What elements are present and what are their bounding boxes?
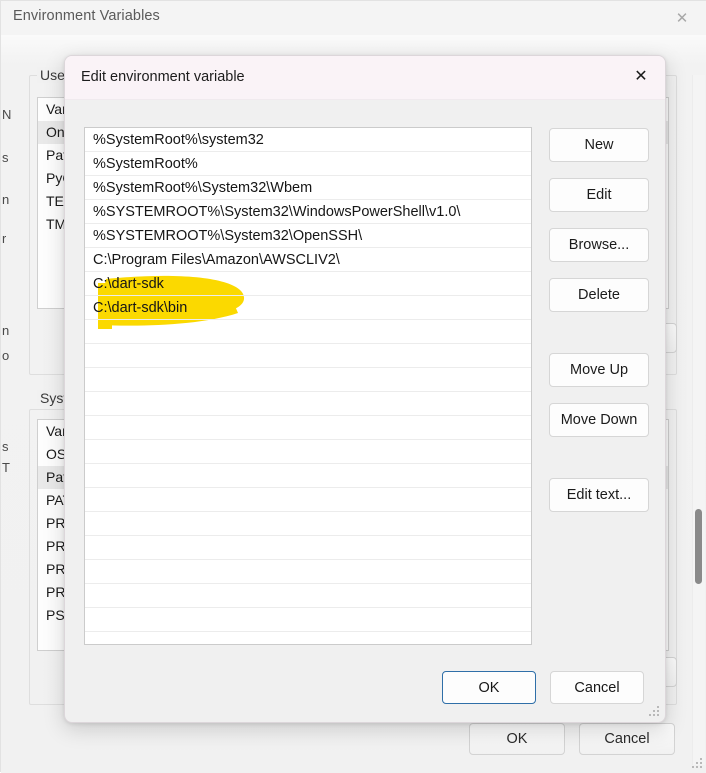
resize-grip-icon[interactable] xyxy=(647,704,661,718)
list-item-empty[interactable] xyxy=(85,464,531,488)
browse-button[interactable]: Browse... xyxy=(549,228,649,262)
list-item-empty[interactable] xyxy=(85,512,531,536)
background-window-title: Environment Variables xyxy=(13,8,160,24)
new-button[interactable]: New xyxy=(549,128,649,162)
list-item[interactable]: %SystemRoot% xyxy=(85,152,531,176)
resize-grip-icon[interactable] xyxy=(690,756,704,770)
list-item-empty[interactable] xyxy=(85,368,531,392)
dialog-title: Edit environment variable xyxy=(81,69,245,85)
list-item[interactable]: %SystemRoot%\system32 xyxy=(85,128,531,152)
path-entries-list[interactable]: %SystemRoot%\system32 %SystemRoot% %Syst… xyxy=(84,127,532,645)
edge-text-fragment: s xyxy=(2,439,9,454)
list-item-empty[interactable] xyxy=(85,440,531,464)
list-item-empty[interactable] xyxy=(85,584,531,608)
edge-text-fragment: r xyxy=(2,231,6,246)
move-down-button[interactable]: Move Down xyxy=(549,403,649,437)
list-item-empty[interactable] xyxy=(85,416,531,440)
edge-text-fragment: n xyxy=(2,323,9,338)
edge-text-fragment: o xyxy=(2,348,9,363)
edge-text-fragment: N xyxy=(2,107,11,122)
list-item-empty[interactable] xyxy=(85,320,531,344)
move-up-button[interactable]: Move Up xyxy=(549,353,649,387)
list-item[interactable]: C:\Program Files\Amazon\AWSCLIV2\ xyxy=(85,248,531,272)
dialog-titlebar: Edit environment variable ✕ xyxy=(65,56,666,100)
vertical-scrollbar[interactable] xyxy=(692,75,705,765)
list-item-empty[interactable] xyxy=(85,608,531,632)
list-item-empty[interactable] xyxy=(85,344,531,368)
list-item-empty[interactable] xyxy=(85,392,531,416)
close-icon[interactable]: ✕ xyxy=(665,5,699,31)
edit-environment-variable-dialog: Edit environment variable ✕ %SystemRoot%… xyxy=(64,55,666,723)
background-window-titlebar: Environment Variables ✕ xyxy=(1,1,706,35)
edge-text-fragment: n xyxy=(2,192,9,207)
vertical-scrollbar-thumb[interactable] xyxy=(695,509,702,584)
list-item[interactable]: %SYSTEMROOT%\System32\WindowsPowerShell\… xyxy=(85,200,531,224)
edge-text-fragment: s xyxy=(2,150,9,165)
list-item[interactable]: C:\dart-sdk\bin xyxy=(85,296,531,320)
list-item[interactable]: %SYSTEMROOT%\System32\OpenSSH\ xyxy=(85,224,531,248)
background-cancel-button[interactable]: Cancel xyxy=(579,723,675,755)
edit-button[interactable]: Edit xyxy=(549,178,649,212)
list-item-empty[interactable] xyxy=(85,560,531,584)
list-item[interactable]: C:\dart-sdk xyxy=(85,272,531,296)
background-ok-button[interactable]: OK xyxy=(469,723,565,755)
edit-text-button[interactable]: Edit text... xyxy=(549,478,649,512)
ok-button[interactable]: OK xyxy=(442,671,536,704)
cancel-button[interactable]: Cancel xyxy=(550,671,644,704)
delete-button[interactable]: Delete xyxy=(549,278,649,312)
edge-text-fragment: T xyxy=(2,460,10,475)
list-item-empty[interactable] xyxy=(85,488,531,512)
list-item[interactable]: %SystemRoot%\System32\Wbem xyxy=(85,176,531,200)
list-item-empty[interactable] xyxy=(85,536,531,560)
close-icon[interactable]: ✕ xyxy=(621,62,661,92)
